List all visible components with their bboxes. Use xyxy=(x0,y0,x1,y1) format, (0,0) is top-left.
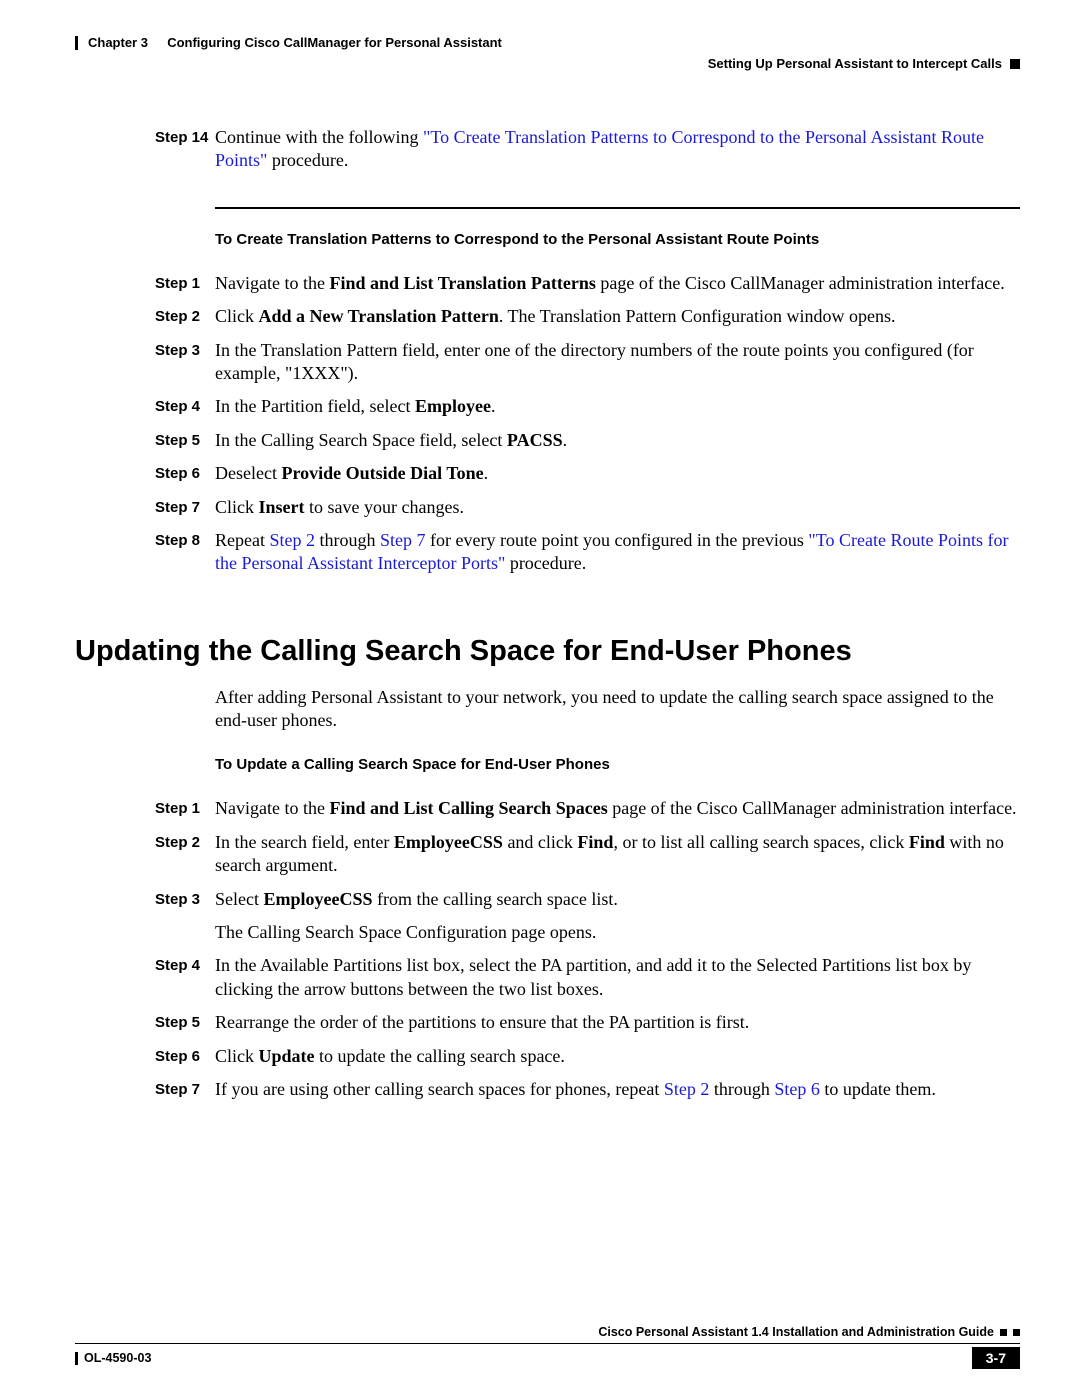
bold-text: Insert xyxy=(259,497,305,517)
step-body: Navigate to the Find and List Translatio… xyxy=(215,272,1020,299)
footer-square-icon xyxy=(1000,1329,1007,1336)
bold-text: PACSS xyxy=(507,430,563,450)
step-label: Step 1 xyxy=(75,272,215,294)
step-body: Deselect Provide Outside Dial Tone. xyxy=(215,462,1020,489)
step-label: Step 8 xyxy=(75,529,215,551)
subheading-2: To Update a Calling Search Space for End… xyxy=(215,756,1020,773)
step-body: Click Add a New Translation Pattern. The… xyxy=(215,305,1020,332)
intro-paragraph: After adding Personal Assistant to your … xyxy=(215,686,1020,733)
cross-reference-link[interactable]: Step 2 xyxy=(664,1079,710,1099)
step-row: Step 3Select EmployeeCSS from the callin… xyxy=(75,888,1020,949)
step-body: In the search field, enter EmployeeCSS a… xyxy=(215,831,1020,882)
bold-text: Find and List Calling Search Spaces xyxy=(329,798,607,818)
step-row: Step 1Navigate to the Find and List Call… xyxy=(75,797,1020,824)
step-extra: The Calling Search Space Configuration p… xyxy=(215,921,1020,944)
step-label: Step 7 xyxy=(75,496,215,518)
step-body: Click Update to update the calling searc… xyxy=(215,1045,1020,1072)
header-left: Chapter 3 Configuring Cisco CallManager … xyxy=(75,35,502,50)
footer-doc-id: OL-4590-03 xyxy=(84,1351,151,1365)
page-footer: Cisco Personal Assistant 1.4 Installatio… xyxy=(75,1325,1020,1369)
footer-bottom: OL-4590-03 3-7 xyxy=(75,1344,1020,1369)
step-body: In the Calling Search Space field, selec… xyxy=(215,429,1020,456)
step-body: Continue with the following "To Create T… xyxy=(215,126,1020,177)
footer-left: OL-4590-03 xyxy=(75,1351,151,1365)
step-body: In the Available Partitions list box, se… xyxy=(215,954,1020,1005)
step-label: Step 3 xyxy=(75,339,215,361)
step-body: Navigate to the Find and List Calling Se… xyxy=(215,797,1020,824)
bold-text: Employee xyxy=(415,396,491,416)
step-row: Step 8Repeat Step 2 through Step 7 for e… xyxy=(75,529,1020,580)
step-row: Step 4In the Partition field, select Emp… xyxy=(75,395,1020,422)
step-row: Step 7If you are using other calling sea… xyxy=(75,1078,1020,1105)
step-row: Step 3In the Translation Pattern field, … xyxy=(75,339,1020,390)
step-row: Step 2In the search field, enter Employe… xyxy=(75,831,1020,882)
subheading-1: To Create Translation Patterns to Corres… xyxy=(215,231,1020,248)
step-row: Step 6Click Update to update the calling… xyxy=(75,1045,1020,1072)
footer-square-icon xyxy=(1013,1329,1020,1336)
bold-text: Update xyxy=(259,1046,315,1066)
step-label: Step 6 xyxy=(75,462,215,484)
bold-text: Find and List Translation Patterns xyxy=(329,273,595,293)
step-label: Step 5 xyxy=(75,1011,215,1033)
step-label: Step 7 xyxy=(75,1078,215,1100)
bold-text: EmployeeCSS xyxy=(394,832,503,852)
step14-text1: Continue with the following xyxy=(215,127,423,147)
step-body: Repeat Step 2 through Step 7 for every r… xyxy=(215,529,1020,580)
step-row: Step 14 Continue with the following "To … xyxy=(75,126,1020,177)
header-marker-icon xyxy=(75,36,78,50)
cross-reference-link[interactable]: Step 7 xyxy=(380,530,426,550)
step-row: Step 5Rearrange the order of the partiti… xyxy=(75,1011,1020,1038)
bold-text: Provide Outside Dial Tone xyxy=(281,463,483,483)
page-header: Chapter 3 Configuring Cisco CallManager … xyxy=(75,30,1020,80)
step-row: Step 1Navigate to the Find and List Tran… xyxy=(75,272,1020,299)
step-label: Step 3 xyxy=(75,888,215,910)
step-body: Rearrange the order of the partitions to… xyxy=(215,1011,1020,1038)
cross-reference-link[interactable]: Step 2 xyxy=(269,530,315,550)
bold-text: Add a New Translation Pattern xyxy=(259,306,499,326)
step-row: Step 4In the Available Partitions list b… xyxy=(75,954,1020,1005)
step-label: Step 2 xyxy=(75,305,215,327)
step-label: Step 14 xyxy=(75,126,215,148)
step-body: Click Insert to save your changes. xyxy=(215,496,1020,523)
chapter-number: Chapter 3 xyxy=(88,35,148,50)
heading-2: Updating the Calling Search Space for En… xyxy=(75,635,1020,668)
step-row: Step 7Click Insert to save your changes. xyxy=(75,496,1020,523)
step-row: Step 5In the Calling Search Space field,… xyxy=(75,429,1020,456)
chapter-title: Configuring Cisco CallManager for Person… xyxy=(167,35,502,50)
footer-marker-icon xyxy=(75,1352,78,1365)
page-number: 3-7 xyxy=(972,1347,1020,1369)
step-label: Step 6 xyxy=(75,1045,215,1067)
header-square-icon xyxy=(1010,59,1020,69)
steps-block-2: Step 1Navigate to the Find and List Call… xyxy=(75,797,1020,1105)
step-label: Step 2 xyxy=(75,831,215,853)
footer-guide-title: Cisco Personal Assistant 1.4 Installatio… xyxy=(598,1325,994,1339)
step-label: Step 4 xyxy=(75,395,215,417)
bold-text: Find xyxy=(577,832,613,852)
steps-block-1: Step 1Navigate to the Find and List Tran… xyxy=(75,272,1020,580)
step-body: In the Partition field, select Employee. xyxy=(215,395,1020,422)
footer-top: Cisco Personal Assistant 1.4 Installatio… xyxy=(75,1325,1020,1344)
separator xyxy=(215,207,1020,209)
page: Chapter 3 Configuring Cisco CallManager … xyxy=(0,0,1080,1397)
step-row: Step 6Deselect Provide Outside Dial Tone… xyxy=(75,462,1020,489)
step-row: Step 2Click Add a New Translation Patter… xyxy=(75,305,1020,332)
step-label: Step 1 xyxy=(75,797,215,819)
step14-text2: procedure. xyxy=(267,150,348,170)
step-body: If you are using other calling search sp… xyxy=(215,1078,1020,1105)
cross-reference-link[interactable]: "To Create Route Points for the Personal… xyxy=(215,530,1008,573)
bold-text: EmployeeCSS xyxy=(263,889,372,909)
section-title: Setting Up Personal Assistant to Interce… xyxy=(708,56,1002,71)
step-label: Step 4 xyxy=(75,954,215,976)
cross-reference-link[interactable]: Step 6 xyxy=(774,1079,820,1099)
content: Step 14 Continue with the following "To … xyxy=(75,80,1020,1105)
step-label: Step 5 xyxy=(75,429,215,451)
bold-text: Find xyxy=(909,832,945,852)
step-body: In the Translation Pattern field, enter … xyxy=(215,339,1020,390)
step-body: Select EmployeeCSS from the calling sear… xyxy=(215,888,1020,949)
header-right: Setting Up Personal Assistant to Interce… xyxy=(708,56,1020,71)
